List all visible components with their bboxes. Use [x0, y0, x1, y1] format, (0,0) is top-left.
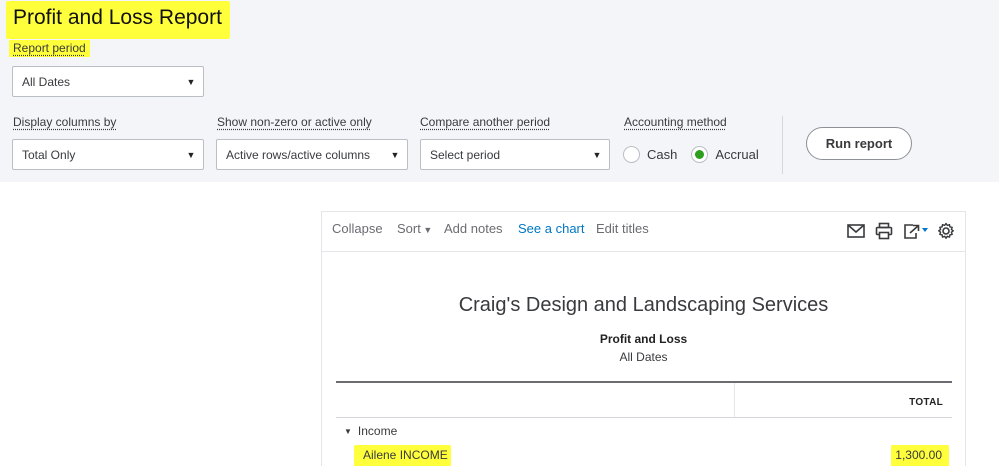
report-period-select[interactable]: All Dates ▼: [12, 66, 204, 97]
cash-radio[interactable]: [623, 146, 640, 163]
header-divider: [336, 381, 952, 383]
accrual-radio[interactable]: [691, 146, 709, 163]
chevron-down-icon: ▼: [390, 149, 400, 160]
page-title: Profit and Loss Report: [6, 1, 230, 39]
report-period-label: Report period: [9, 40, 90, 57]
sort-link[interactable]: Sort ▼: [397, 221, 432, 236]
report-settings-panel: Profit and Loss Report Report period All…: [0, 0, 999, 182]
display-columns-value: Total Only: [22, 147, 76, 162]
caret-down-icon: ▼: [420, 225, 433, 235]
account-row-label[interactable]: Ailene INCOME: [354, 445, 451, 466]
export-icon[interactable]: [902, 221, 930, 241]
report-toolbar: Collapse Sort ▼ Add notes See a chart Ed…: [322, 212, 965, 252]
chevron-down-icon: ▼: [592, 149, 602, 160]
column-divider: [734, 383, 735, 417]
compare-period-label: Compare another period: [420, 115, 551, 129]
report-card: Collapse Sort ▼ Add notes See a chart Ed…: [321, 211, 966, 466]
income-section-label: Income: [357, 424, 398, 438]
display-columns-label: Display columns by: [13, 115, 117, 129]
edit-titles-link[interactable]: Edit titles: [596, 221, 649, 236]
mail-icon[interactable]: [846, 221, 866, 241]
account-row-amount[interactable]: 1,300.00: [891, 445, 949, 466]
display-columns-select[interactable]: Total Only ▼: [12, 139, 204, 170]
collapse-link[interactable]: Collapse: [332, 221, 383, 236]
report-name[interactable]: Profit and Loss: [322, 332, 965, 346]
sort-link-label: Sort: [397, 221, 421, 236]
income-section-toggle[interactable]: ▼ Income: [344, 424, 397, 438]
add-notes-link[interactable]: Add notes: [444, 221, 503, 236]
vertical-divider: [782, 116, 783, 174]
caret-down-icon: ▼: [344, 426, 352, 436]
chevron-down-icon: ▼: [186, 149, 196, 160]
cash-radio-label[interactable]: Cash: [647, 147, 677, 162]
see-chart-link[interactable]: See a chart: [518, 221, 585, 236]
company-name[interactable]: Craig's Design and Landscaping Services: [322, 294, 965, 317]
print-icon[interactable]: [874, 221, 894, 241]
report-period-text: All Dates: [619, 350, 668, 364]
chevron-down-icon: ▼: [186, 76, 196, 87]
nonzero-select[interactable]: Active rows/active columns ▼: [216, 139, 408, 170]
nonzero-value: Active rows/active columns: [226, 147, 371, 162]
accrual-radio-label[interactable]: Accrual: [715, 147, 758, 162]
settings-gear-icon[interactable]: [936, 221, 956, 241]
compare-period-value: Select period: [430, 147, 501, 162]
run-report-button[interactable]: Run report: [806, 127, 912, 160]
total-column-header: TOTAL: [909, 397, 943, 408]
compare-period-select[interactable]: Select period ▼: [420, 139, 610, 170]
radio-selected-dot: [695, 150, 705, 159]
header-bottom-divider: [336, 417, 952, 418]
report-period-value: All Dates: [22, 74, 71, 89]
nonzero-label: Show non-zero or active only: [217, 115, 372, 129]
accounting-method-group: Cash Accrual: [623, 146, 773, 163]
accounting-method-label: Accounting method: [624, 115, 727, 129]
